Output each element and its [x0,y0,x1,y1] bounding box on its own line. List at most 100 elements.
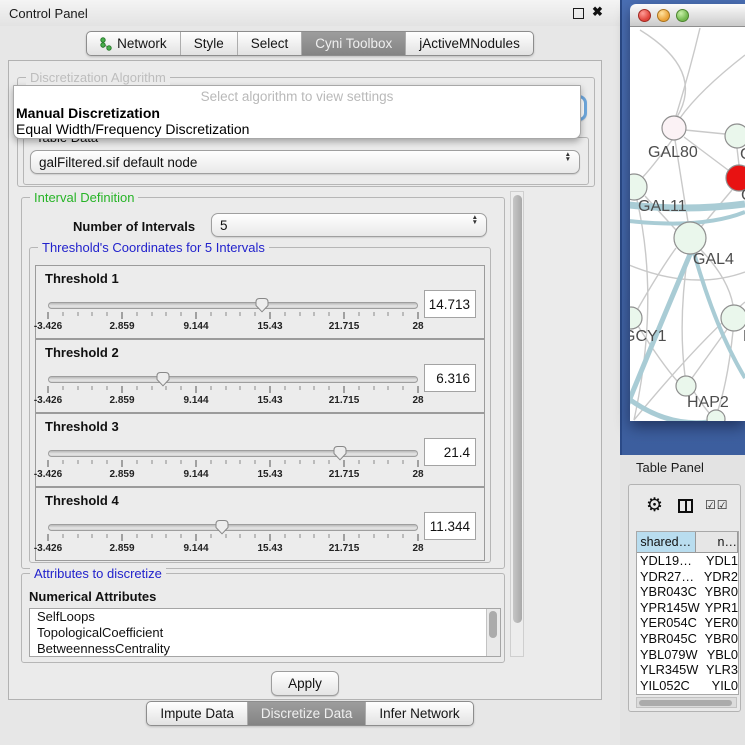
table-data-combo[interactable]: galFiltered.sif default node ▲▼ [30,150,580,174]
cell-shared-name: YBR045C [637,631,700,647]
network-node-GAL11[interactable] [630,174,647,200]
cell-name: YER0 [700,615,738,631]
apply-button[interactable]: Apply [271,671,339,696]
cell-name: YBR0 [700,584,738,600]
table-column-header[interactable]: n… [696,532,738,553]
tab-cyni-toolbox[interactable]: Cyni Toolbox [301,32,405,55]
attribute-list-item[interactable]: TopologicalCoefficient [30,625,500,641]
network-edge[interactable] [676,28,700,116]
threshold-value-field[interactable]: 6.316 [424,364,476,392]
zoom-traffic-light-icon[interactable] [676,9,689,22]
network-node-H[interactable] [721,305,745,331]
attributes-group-title: Attributes to discretize [30,566,166,581]
close-icon[interactable]: ✖ [592,4,603,20]
threshold-slider[interactable]: -3.4262.8599.14415.4321.71528 [48,518,418,558]
attribute-list-item[interactable]: SelfLoops [30,609,500,625]
tab-label: Infer Network [379,706,459,721]
network-node-G[interactable] [725,124,745,148]
control-panel-titlebar: Control Panel [0,0,620,26]
tab-jactivemnodules[interactable]: jActiveMNodules [405,32,533,55]
table-row[interactable]: YBR043CYBR0 [637,584,738,600]
network-edge[interactable] [685,130,725,134]
tab-label: Network [117,36,167,51]
cyni-toolbox-panel: Discretization Algorithm Select algorith… [8,60,602,700]
gear-icon[interactable]: ⚙ [646,496,663,515]
slider-thumb[interactable] [253,296,270,313]
bottom-tab-infer-network[interactable]: Infer Network [365,702,472,725]
network-edge[interactable] [680,55,745,118]
algorithm-popup-hint: Select algorithm to view settings [14,89,580,104]
table-row[interactable]: YDL19…YDL1 [637,553,738,569]
algorithm-option-equal-width[interactable]: Equal Width/Frequency Discretization [16,121,249,137]
slider-tick-labels: -3.4262.8599.14415.4321.71528 [48,321,418,333]
slider-thumb[interactable] [213,518,230,535]
table-row[interactable]: YDR27…YDR2 [637,569,738,585]
network-node-bottom[interactable] [707,410,725,421]
number-of-intervals-combo[interactable]: 5 ▲▼ [211,213,487,237]
tab-label: Cyni Toolbox [315,36,392,51]
table-panel: ⚙ ☑☑ shared…n… YDL19…YDL1YDR27…YDR2YBR04… [628,484,741,712]
float-icon[interactable] [573,8,584,19]
network-window-titlebar[interactable] [630,4,745,27]
table-row[interactable]: YER054CYER0 [637,615,738,631]
interval-definition-group-title: Interval Definition [30,190,138,205]
slider-ticks [48,460,418,468]
table-row[interactable]: YBR045CYBR0 [637,631,738,647]
table-row[interactable]: YBL079WYBL0 [637,647,738,663]
bottom-tab-discretize-data[interactable]: Discretize Data [247,702,366,725]
numerical-attributes-list[interactable]: SelfLoopsTopologicalCoefficientBetweenne… [29,608,501,657]
threshold-panel-3: Threshold 3 -3.4262.8599.14415.4321.71528… [35,413,485,487]
slider-track[interactable] [48,376,418,383]
threshold-value-field[interactable]: 14.713 [424,290,476,318]
tab-network[interactable]: Network [87,32,180,55]
bottom-tab-impute-data[interactable]: Impute Data [147,702,247,725]
tab-label: Discretize Data [261,706,353,721]
cell-name: YDL1 [701,553,738,569]
threshold-slider[interactable]: -3.4262.8599.14415.4321.71528 [48,296,418,336]
slider-track[interactable] [48,450,418,457]
threshold-value-field[interactable]: 21.4 [424,438,476,466]
tab-style[interactable]: Style [180,32,237,55]
attribute-list-item[interactable]: BetweennessCentrality [30,641,500,657]
network-canvas[interactable]: GAL80GACGAL11GAL4GCY1HHAP2 [630,27,745,421]
network-edge[interactable] [640,30,685,117]
attributes-list-scrollbar[interactable] [486,609,500,656]
bottom-tab-bar: Impute Data Discretize Data Infer Network [0,701,620,726]
threshold-value-field[interactable]: 11.344 [424,512,476,540]
network-node-GCY1[interactable] [630,307,642,329]
table-column-header[interactable]: shared… [637,532,696,553]
cell-shared-name: YDL19… [637,553,701,569]
tab-label: Impute Data [160,706,234,721]
cell-shared-name: YBL079W [637,647,702,663]
close-traffic-light-icon[interactable] [638,9,651,22]
tab-select[interactable]: Select [237,32,302,55]
network-edge[interactable] [737,148,739,165]
numerical-attributes-label: Numerical Attributes [29,589,156,604]
network-node-GAL4[interactable] [674,222,706,254]
network-node-HAP2[interactable] [676,376,696,396]
settings-vertical-scrollbar[interactable] [510,191,524,657]
table-horizontal-scrollbar[interactable] [636,697,737,708]
threshold-label: Threshold 3 [45,419,119,434]
split-view-icon[interactable] [678,499,693,513]
threshold-slider[interactable]: -3.4262.8599.14415.4321.71528 [48,370,418,410]
table-row[interactable]: YLR345WYLR3 [637,662,738,678]
combo-arrows-icon: ▲▼ [472,216,478,225]
slider-track[interactable] [48,302,418,309]
algorithm-option-manual[interactable]: Manual Discretization [16,105,160,121]
cell-name: YDR2 [699,569,738,585]
cell-name: YBL0 [702,647,738,663]
number-of-intervals-label: Number of Intervals [73,219,195,234]
tab-label: Select [251,36,289,51]
network-node-GAL80[interactable] [662,116,686,140]
slider-track[interactable] [48,524,418,531]
checkbox-columns-icon[interactable]: ☑☑ [705,498,729,512]
network-icon [100,37,112,51]
threshold-slider[interactable]: -3.4262.8599.14415.4321.71528 [48,444,418,484]
table-row[interactable]: YIL052CYIL0 [637,678,738,694]
slider-thumb[interactable] [332,444,349,461]
slider-thumb[interactable] [154,370,171,387]
table-row[interactable]: YPR145WYPR1 [637,600,738,616]
minimize-traffic-light-icon[interactable] [657,9,670,22]
network-node-label: GCY1 [630,328,667,345]
